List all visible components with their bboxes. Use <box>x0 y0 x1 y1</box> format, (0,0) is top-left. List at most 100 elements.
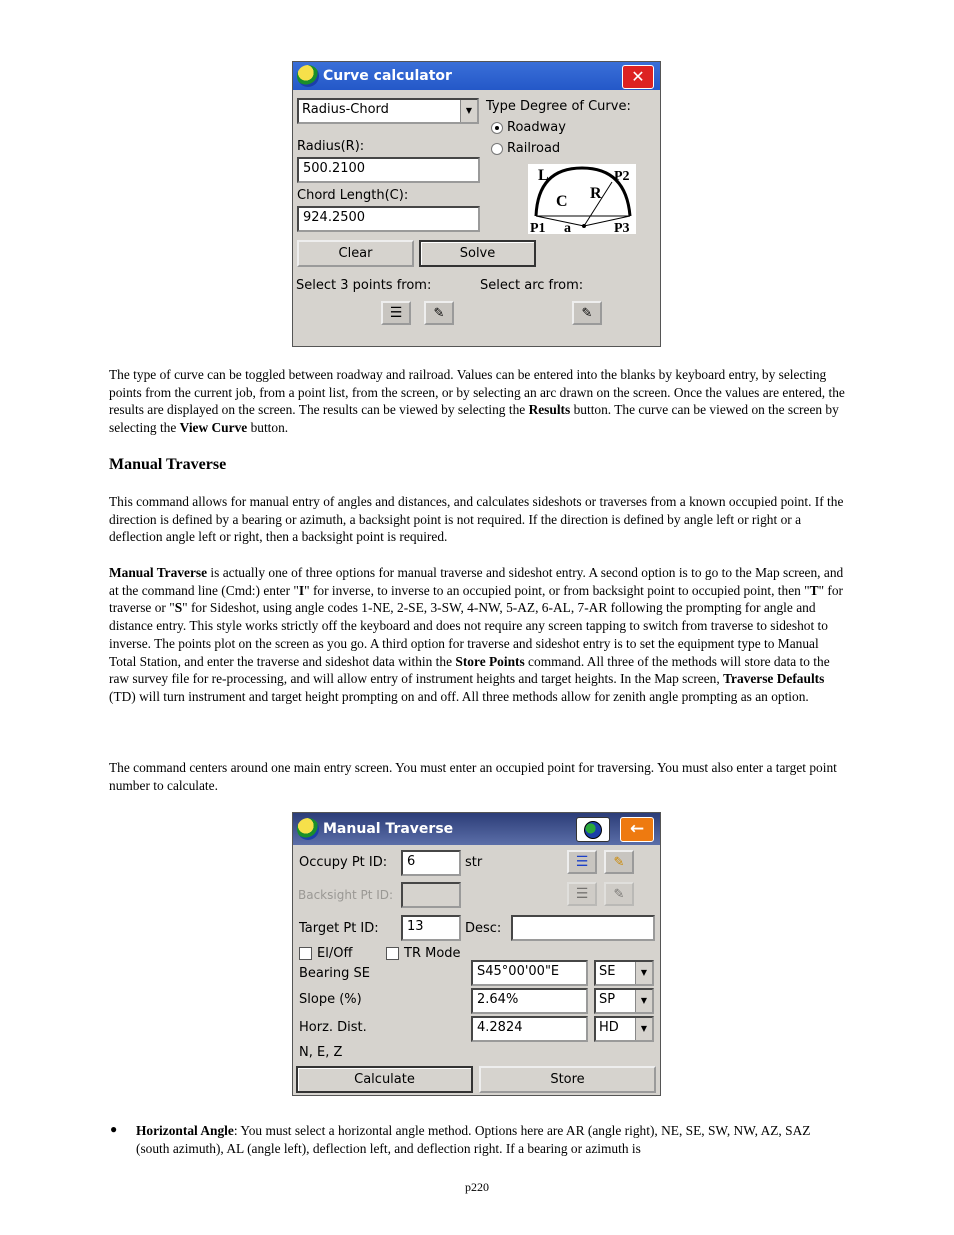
select-from-screen-button[interactable]: ✎ <box>424 301 454 325</box>
bold-results: Results <box>528 402 571 418</box>
horz-dist-label: Horz. Dist. <box>299 1020 367 1035</box>
bold-t: T <box>809 582 819 598</box>
horz-mode-value: HD <box>599 1020 619 1035</box>
radius-input[interactable]: 500.2100 <box>297 157 480 183</box>
select-arc-label: Select arc from: <box>480 278 584 293</box>
trmode-checkbox[interactable]: TR Mode <box>386 946 461 961</box>
occupy-list-button[interactable]: ☰ <box>567 850 597 874</box>
eloff-checkbox[interactable]: El/Off <box>299 946 352 961</box>
text-span: (TD) will turn instrument and target hei… <box>109 688 809 704</box>
bold-view-curve: View Curve <box>179 420 248 436</box>
curve-calculator-window: Curve calculator ✕ Radius-Chord ▼ Type D… <box>292 61 661 347</box>
backsight-input <box>401 882 461 908</box>
section-heading: Manual Traverse <box>109 456 227 473</box>
occupy-label: Occupy Pt ID: <box>299 855 388 870</box>
close-button[interactable]: ✕ <box>622 65 654 89</box>
page-number: p220 <box>465 1180 489 1194</box>
bullet-icon: ● <box>110 1122 118 1136</box>
bold-traverse-defaults: Traverse Defaults <box>723 671 825 687</box>
entry-screen-paragraph: The command centers around one main entr… <box>109 760 837 793</box>
diagram-label-c: C <box>556 193 568 210</box>
diagram-label-a: a <box>564 221 571 234</box>
calculate-button[interactable]: Calculate <box>296 1066 473 1093</box>
map-button[interactable] <box>576 817 610 842</box>
close-icon: ✕ <box>631 67 645 86</box>
occupy-suffix: str <box>465 855 483 870</box>
horz-mode-select[interactable]: HD ▼ <box>594 1016 654 1042</box>
bearing-label: Bearing SE <box>299 966 370 981</box>
radio-off-icon <box>491 142 503 155</box>
radio-railroad-label: Railroad <box>507 141 561 156</box>
pencil-screen-icon: ✎ <box>613 886 625 902</box>
solve-button[interactable]: Solve <box>419 240 536 267</box>
pencil-screen-icon: ✎ <box>613 854 625 870</box>
radio-roadway-label: Roadway <box>507 120 566 135</box>
bold-manual-traverse: Manual Traverse <box>109 565 208 580</box>
slope-mode-select[interactable]: SP ▼ <box>594 988 654 1014</box>
mode-select-value: Radius-Chord <box>302 102 389 117</box>
backsight-label: Backsight Pt ID: <box>298 888 394 902</box>
horz-dist-input[interactable]: 4.2824 <box>471 1016 588 1042</box>
bold-store-points: Store Points <box>455 653 525 669</box>
diagram-label-p1: P1 <box>530 221 546 234</box>
text-span: " for inverse, to inverse to an occupied… <box>304 582 810 598</box>
back-button[interactable]: ← <box>620 817 654 842</box>
slope-label: Slope (%) <box>299 992 362 1007</box>
target-label: Target Pt ID: <box>299 921 379 936</box>
chevron-down-icon: ▼ <box>635 1018 652 1040</box>
radius-label: Radius(R): <box>297 139 365 154</box>
text-span: : You must select a horizontal angle met… <box>136 1123 811 1156</box>
trmode-label: TR Mode <box>404 946 461 961</box>
arc-pencil-icon: ✎ <box>581 305 593 321</box>
clear-button[interactable]: Clear <box>297 240 414 267</box>
type-degree-label: Type Degree of Curve: <box>486 99 631 114</box>
numbered-list-icon: ☰ <box>575 886 589 902</box>
radio-railroad[interactable]: Railroad <box>491 141 560 156</box>
bearing-mode-select[interactable]: SE ▼ <box>594 960 654 986</box>
desc-label: Desc: <box>465 921 502 936</box>
target-input[interactable]: 13 <box>401 915 461 941</box>
bearing-mode-value: SE <box>599 964 616 979</box>
document-page: Curve calculator ✕ Radius-Chord ▼ Type D… <box>0 0 954 1235</box>
globe-icon <box>584 820 602 839</box>
chord-length-label: Chord Length(C): <box>297 188 409 203</box>
occupy-screen-button[interactable]: ✎ <box>604 850 634 874</box>
slope-input[interactable]: 2.64% <box>471 988 588 1014</box>
desc-input[interactable] <box>511 915 655 941</box>
title-bar: Curve calculator ✕ <box>293 62 660 90</box>
text-span: button. <box>247 420 289 436</box>
chevron-down-icon: ▼ <box>635 990 652 1012</box>
backsight-list-button: ☰ <box>567 882 597 906</box>
store-button[interactable]: Store <box>479 1066 656 1093</box>
checkbox-icon <box>386 947 399 960</box>
eloff-label: El/Off <box>317 946 353 961</box>
select-points-label: Select 3 points from: <box>296 278 432 293</box>
slope-mode-value: SP <box>599 992 616 1007</box>
point-list-button[interactable]: ☰ <box>381 301 411 325</box>
checkbox-icon <box>299 947 312 960</box>
diagram-label-r: R <box>590 185 602 202</box>
numbered-list-icon: ☰ <box>575 854 589 870</box>
diagram-label-l: L <box>538 167 549 184</box>
chevron-down-icon: ▼ <box>460 100 477 122</box>
radio-roadway[interactable]: Roadway <box>491 120 566 135</box>
curve-diagram: L C R a P2 P1 P3 <box>528 164 636 234</box>
mode-select[interactable]: Radius-Chord ▼ <box>297 98 479 124</box>
horizontal-angle-bullet: Horizontal Angle: You must select a hori… <box>136 1122 836 1157</box>
manual-traverse-options-paragraph: Manual Traverse is actually one of three… <box>109 564 849 706</box>
select-arc-button[interactable]: ✎ <box>572 301 602 325</box>
window-title: Curve calculator <box>323 68 452 84</box>
curve-description-paragraph: The type of curve can be toggled between… <box>109 366 849 437</box>
pencil-screen-icon: ✎ <box>433 305 445 321</box>
manual-traverse-intro-paragraph: This command allows for manual entry of … <box>109 494 844 545</box>
chevron-down-icon: ▼ <box>635 962 652 984</box>
app-logo-icon <box>297 65 319 87</box>
app-logo-icon <box>297 818 319 840</box>
diagram-label-p3: P3 <box>614 221 630 234</box>
diagram-label-p2: P2 <box>614 169 630 184</box>
occupy-input[interactable]: 6 <box>401 850 461 876</box>
bearing-input[interactable]: S45°00'00"E <box>471 960 588 986</box>
chord-length-input[interactable]: 924.2500 <box>297 206 480 232</box>
backsight-screen-button: ✎ <box>604 882 634 906</box>
bold-horizontal-angle: Horizontal Angle <box>136 1123 234 1138</box>
